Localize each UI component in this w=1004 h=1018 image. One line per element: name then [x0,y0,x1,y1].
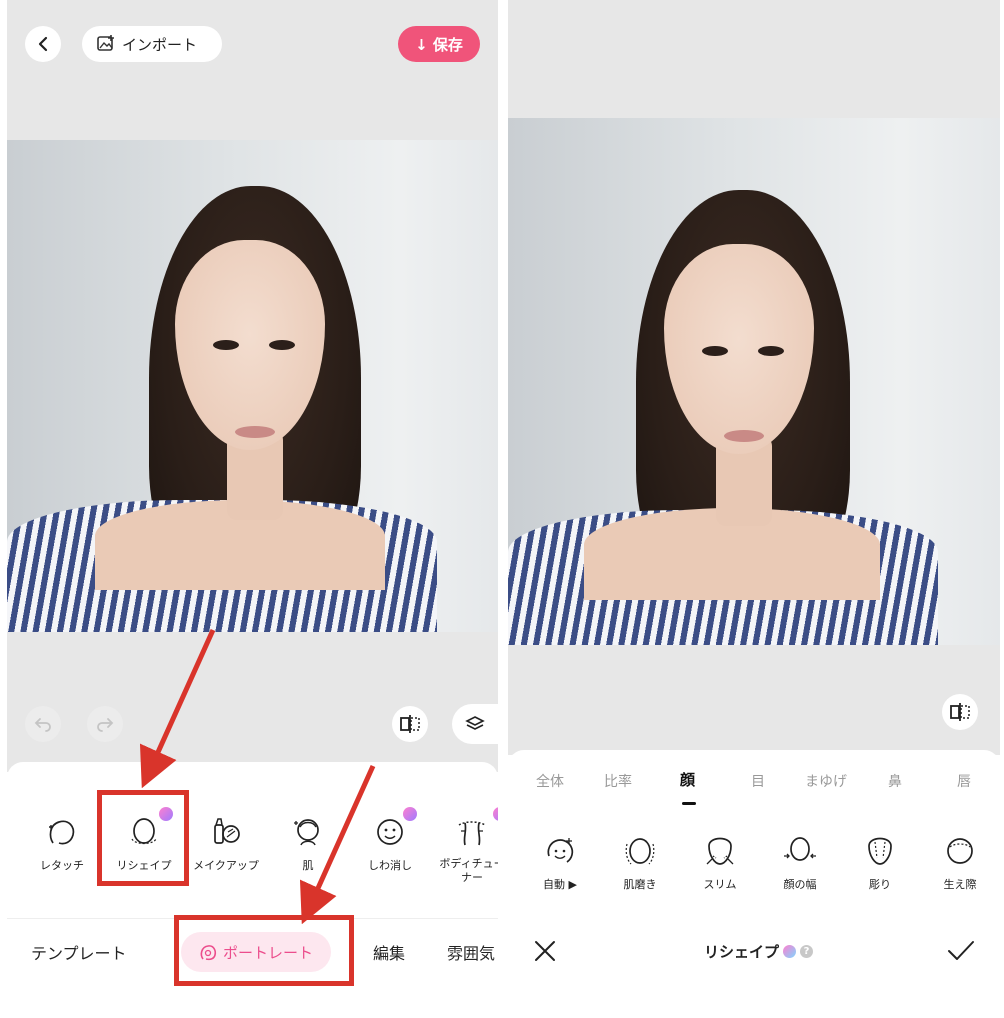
arrow-to-portrait [299,764,376,925]
category-whole[interactable]: 全体 [536,771,564,791]
tool-width[interactable]: 顔の幅 [760,834,840,892]
tool-auto[interactable]: 自動 ▶ [520,834,600,892]
face-contour-icon [863,834,897,868]
compare-button[interactable] [942,694,978,730]
arrow-to-reshape [139,628,216,789]
category-label: 全体 [536,774,564,790]
tool-smooth[interactable]: 肌磨き [600,834,680,892]
tool-label: 顔の幅 [783,878,817,891]
category-label: まゆげ [805,774,847,790]
tool-label: 肌磨き [623,878,657,891]
title-label: リシェイプ [704,943,780,961]
face-smooth-icon [623,834,657,868]
confirm-button[interactable] [946,938,976,968]
category-face[interactable]: 顔 [680,769,695,790]
face-slim-icon [703,834,737,868]
tool-label: スリム [703,878,737,891]
face-width-icon [783,834,817,868]
tool-label: 生え際 [943,878,977,891]
tool-slim[interactable]: スリム [680,834,760,892]
category-ratio[interactable]: 比率 [604,771,632,791]
category-label: 鼻 [888,774,902,790]
close-icon [535,941,555,961]
premium-gem-icon [783,945,797,958]
top-bar-area [508,0,1000,118]
auto-face-icon [543,834,577,868]
tool-contour[interactable]: 彫り [840,834,920,892]
portrait-photo [508,118,1000,645]
reshape-screen: 全体 比率 顔 目 まゆげ 鼻 唇 自動 ▶ 肌磨き スリム 顔の幅 彫り 生え… [508,0,1000,1018]
category-nose[interactable]: 鼻 [888,771,902,791]
category-eyebrow[interactable]: まゆげ [805,771,847,791]
compare-icon [950,703,970,721]
reshape-tools: 自動 ▶ 肌磨き スリム 顔の幅 彫り 生え際 [520,834,1000,892]
category-active-indicator [682,802,696,805]
cancel-button[interactable] [532,938,558,968]
category-label: 唇 [957,774,971,790]
hairline-icon [943,834,977,868]
tool-hairline[interactable]: 生え際 [920,834,1000,892]
check-icon [948,941,974,960]
reshape-title: リシェイプ ? [704,941,814,962]
category-label: 比率 [604,774,632,790]
help-icon[interactable]: ? [800,945,814,958]
category-label: 顔 [680,771,696,789]
tool-label: 自動 ▶ [543,878,577,891]
canvas-bottom-area [508,645,1000,755]
category-eye[interactable]: 目 [751,771,765,791]
category-label: 目 [751,774,765,790]
category-lips[interactable]: 唇 [957,771,971,791]
tool-label: 彫り [869,878,891,891]
panel-divider [498,0,508,1018]
